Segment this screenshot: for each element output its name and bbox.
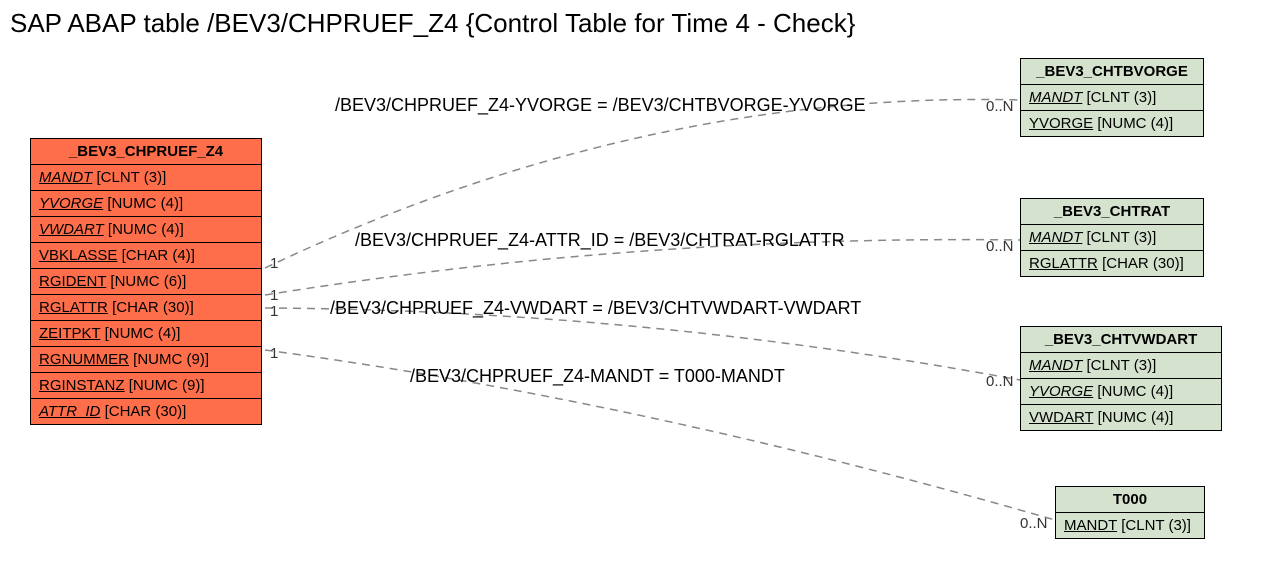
cardinality-right: 0..N xyxy=(986,98,1014,115)
cardinality-left: 1 xyxy=(270,303,278,320)
main-table: _BEV3_CHPRUEF_Z4 MANDT [CLNT (3)] YVORGE… xyxy=(30,138,262,425)
relation-label: /BEV3/CHPRUEF_Z4-MANDT = T000-MANDT xyxy=(410,366,785,387)
table-row: RGIDENT [NUMC (6)] xyxy=(31,269,261,295)
cardinality-left: 1 xyxy=(270,345,278,362)
ref-table-t000: T000 MANDT [CLNT (3)] xyxy=(1055,486,1205,539)
relation-label: /BEV3/CHPRUEF_Z4-ATTR_ID = /BEV3/CHTRAT-… xyxy=(355,230,845,251)
ref-table-header: _BEV3_CHTRAT xyxy=(1021,199,1203,225)
cardinality-left: 1 xyxy=(270,255,278,272)
relation-label: /BEV3/CHPRUEF_Z4-YVORGE = /BEV3/CHTBVORG… xyxy=(335,95,866,116)
table-row: YVORGE [NUMC (4)] xyxy=(31,191,261,217)
page-title: SAP ABAP table /BEV3/CHPRUEF_Z4 {Control… xyxy=(10,8,855,39)
table-row: RGNUMMER [NUMC (9)] xyxy=(31,347,261,373)
table-row: YVORGE [NUMC (4)] xyxy=(1021,379,1221,405)
cardinality-right: 0..N xyxy=(986,238,1014,255)
ref-table-chtbvorge: _BEV3_CHTBVORGE MANDT [CLNT (3)] YVORGE … xyxy=(1020,58,1204,137)
table-row: MANDT [CLNT (3)] xyxy=(1021,225,1203,251)
table-row: VWDART [NUMC (4)] xyxy=(31,217,261,243)
table-row: RGLATTR [CHAR (30)] xyxy=(1021,251,1203,276)
table-row: MANDT [CLNT (3)] xyxy=(1021,353,1221,379)
ref-table-chtrat: _BEV3_CHTRAT MANDT [CLNT (3)] RGLATTR [C… xyxy=(1020,198,1204,277)
table-row: MANDT [CLNT (3)] xyxy=(1056,513,1204,538)
ref-table-chtvwdart: _BEV3_CHTVWDART MANDT [CLNT (3)] YVORGE … xyxy=(1020,326,1222,431)
cardinality-left: 1 xyxy=(270,287,278,304)
cardinality-right: 0..N xyxy=(1020,515,1048,532)
table-row: RGLATTR [CHAR (30)] xyxy=(31,295,261,321)
main-table-header: _BEV3_CHPRUEF_Z4 xyxy=(31,139,261,165)
table-row: VWDART [NUMC (4)] xyxy=(1021,405,1221,430)
ref-table-header: T000 xyxy=(1056,487,1204,513)
table-row: ATTR_ID [CHAR (30)] xyxy=(31,399,261,424)
table-row: ZEITPKT [NUMC (4)] xyxy=(31,321,261,347)
table-row: YVORGE [NUMC (4)] xyxy=(1021,111,1203,136)
relation-label: /BEV3/CHPRUEF_Z4-VWDART = /BEV3/CHTVWDAR… xyxy=(330,298,861,319)
table-row: MANDT [CLNT (3)] xyxy=(1021,85,1203,111)
ref-table-header: _BEV3_CHTVWDART xyxy=(1021,327,1221,353)
table-row: RGINSTANZ [NUMC (9)] xyxy=(31,373,261,399)
cardinality-right: 0..N xyxy=(986,373,1014,390)
table-row: VBKLASSE [CHAR (4)] xyxy=(31,243,261,269)
table-row: MANDT [CLNT (3)] xyxy=(31,165,261,191)
ref-table-header: _BEV3_CHTBVORGE xyxy=(1021,59,1203,85)
